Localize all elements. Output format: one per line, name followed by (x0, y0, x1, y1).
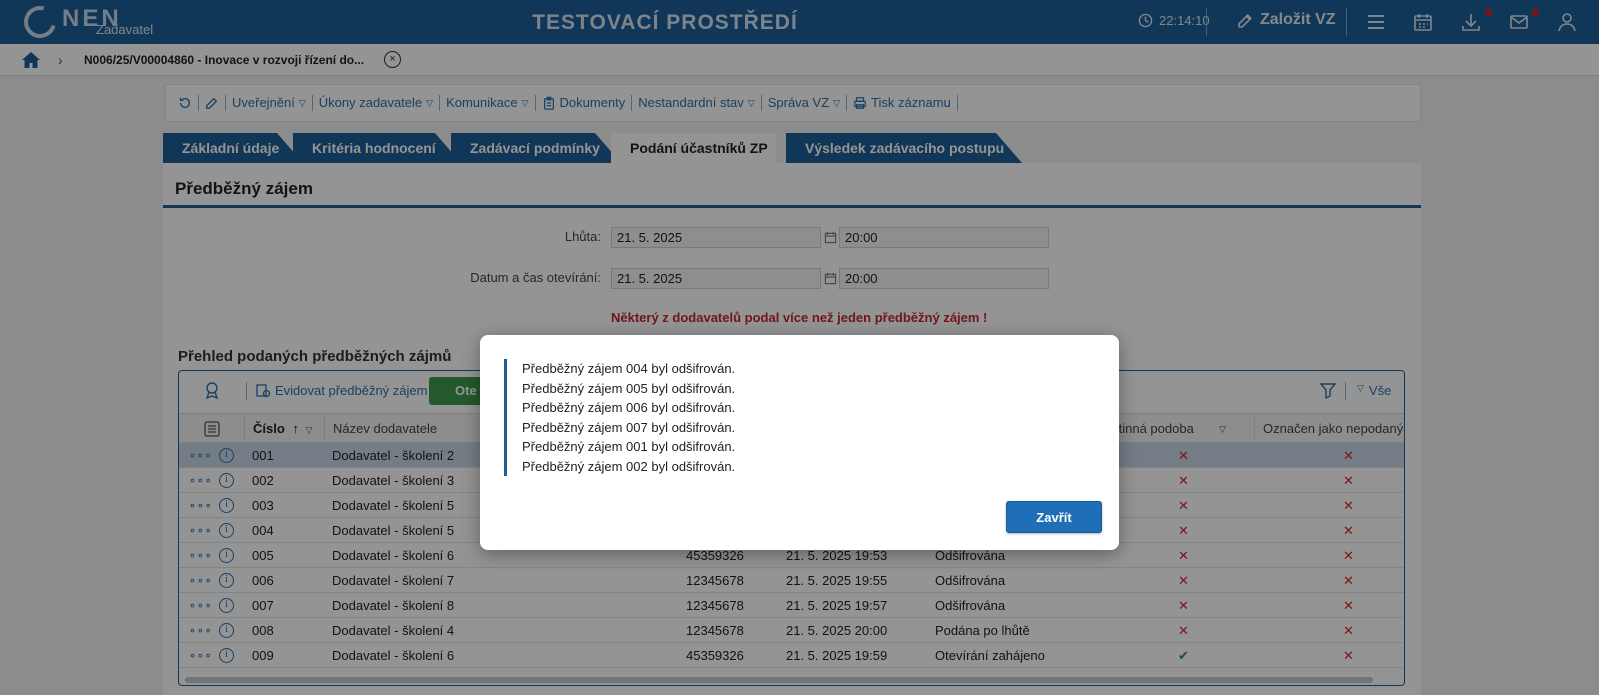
message-item: Předběžný zájem 006 byl odšifrován. (522, 400, 736, 415)
message-item: Předběžný zájem 002 byl odšifrován. (522, 458, 736, 474)
message-list: Předběžný zájem 004 byl odšifrován. Před… (504, 359, 735, 476)
decryption-result-dialog: Předběžný zájem 004 byl odšifrován. Před… (480, 335, 1119, 550)
message-item: Předběžný zájem 001 byl odšifrován. (522, 439, 736, 454)
message-item: Předběžný zájem 004 byl odšifrován. (522, 361, 736, 376)
close-button[interactable]: Zavřít (1006, 501, 1102, 533)
message-item: Předběžný zájem 005 byl odšifrován. (522, 380, 736, 396)
message-item: Předběžný zájem 007 byl odšifrován. (522, 419, 736, 435)
